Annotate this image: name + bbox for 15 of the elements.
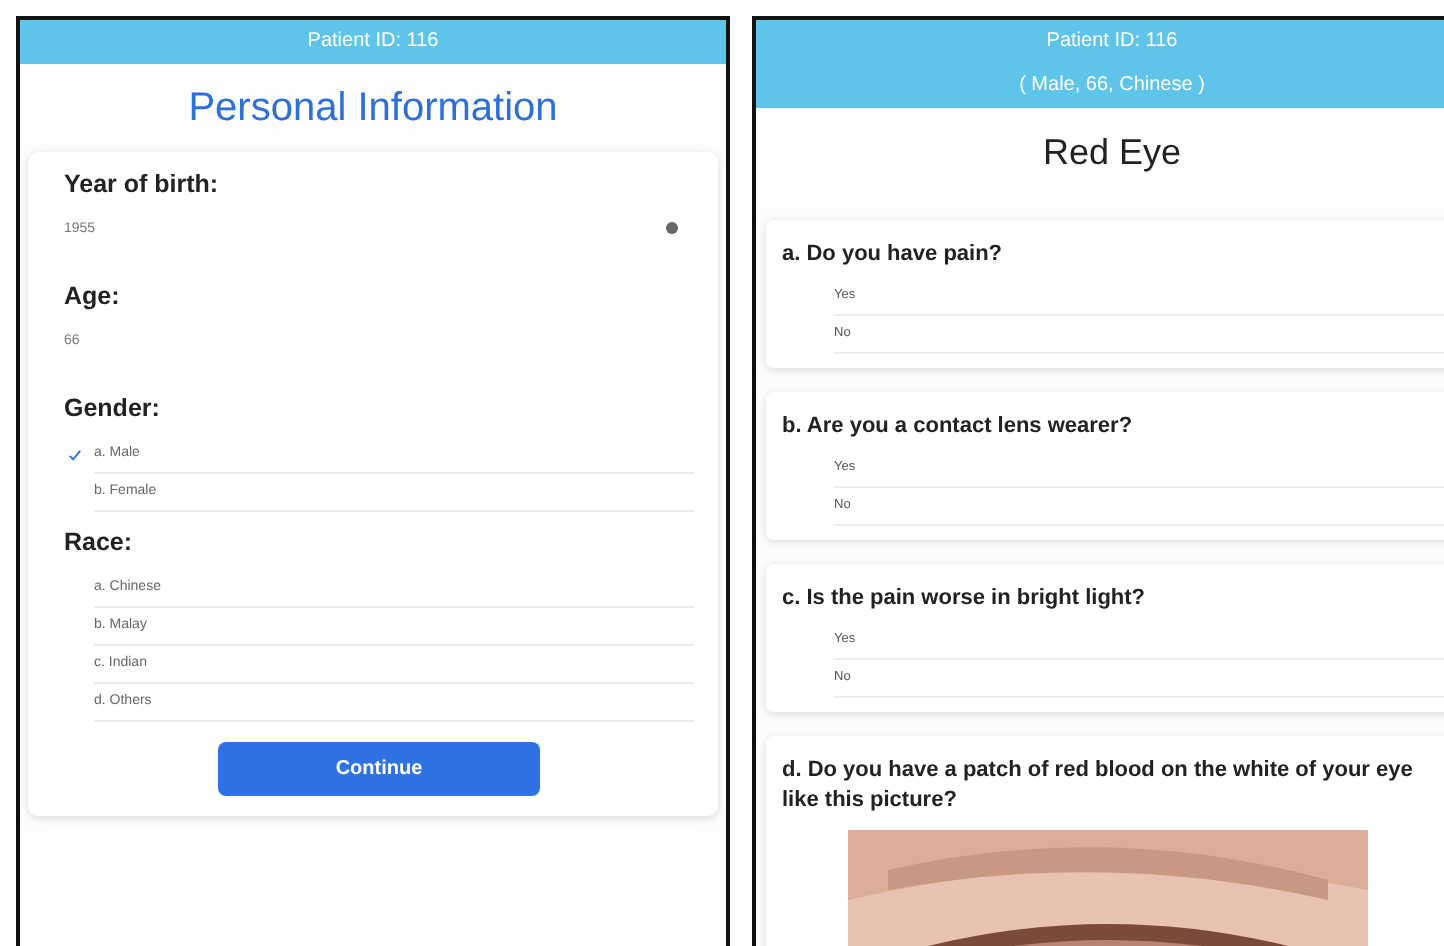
- page-title: Personal Information: [186, 84, 560, 134]
- field-label: Year of birth:: [64, 168, 221, 200]
- question-text: c. Is the pain worse in bright light?: [782, 584, 1148, 614]
- question-text: a. Do you have pain?: [782, 240, 1005, 270]
- question-text: d. Do you have a patch of red blood on the white of your eye like this picture?: [782, 756, 1415, 816]
- field-label: Gender:: [64, 392, 162, 424]
- continue-button[interactable]: Continue: [218, 742, 540, 796]
- picker-icon[interactable]: [666, 222, 678, 234]
- question-text: b. Are you a contact lens wearer?: [782, 412, 1135, 442]
- field-label: Age:: [64, 280, 122, 312]
- patient-summary: ( Male, 66, Chinese ): [1019, 72, 1205, 100]
- page-title: Red Eye: [1040, 130, 1184, 176]
- patient-id: Patient ID: 116: [307, 28, 439, 56]
- field-label: Race:: [64, 526, 135, 558]
- patient-id: Patient ID: 116: [1046, 28, 1178, 56]
